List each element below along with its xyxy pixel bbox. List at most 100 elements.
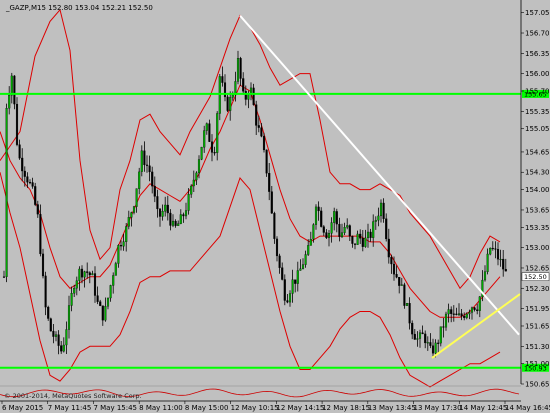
- candle-body: [502, 258, 505, 270]
- candle-body: [340, 232, 344, 238]
- time-tick-label: 12 May 14:15: [276, 404, 324, 412]
- candle-body: [335, 211, 338, 225]
- candle-body: [260, 127, 263, 137]
- price-tick-label: 156.70: [525, 30, 550, 38]
- candle-body: [205, 123, 208, 131]
- candle-body: [200, 146, 203, 160]
- candle-body: [452, 313, 455, 315]
- candle-body: [403, 284, 406, 306]
- candle-body: [153, 185, 156, 197]
- candle-body: [288, 293, 292, 303]
- candle-body: [86, 271, 89, 273]
- price-tick-label: 157.05: [525, 9, 550, 17]
- candle-body: [67, 305, 71, 330]
- candle-body: [455, 313, 458, 316]
- candle-body: [294, 279, 297, 284]
- candle-body: [343, 227, 346, 233]
- chart-canvas[interactable]: 155.65150.93 157.05156.70156.35156.00155…: [0, 0, 550, 413]
- candle-body: [101, 305, 104, 321]
- candle-body: [138, 171, 141, 189]
- candle-body: [312, 224, 315, 240]
- time-tick-label: 7 May 15:45: [93, 404, 137, 412]
- candle-body: [392, 263, 396, 275]
- candle-body: [408, 303, 411, 324]
- price-tick-label: 152.65: [525, 264, 550, 272]
- candle-body: [447, 309, 450, 315]
- candle-body: [372, 221, 375, 238]
- candle-body: [208, 123, 211, 142]
- candle-body: [221, 76, 224, 83]
- candle-body: [91, 273, 94, 276]
- candle-body: [317, 206, 320, 212]
- candle-body: [330, 222, 333, 234]
- candle-body: [195, 172, 198, 181]
- candle-body: [299, 268, 302, 271]
- candle-body: [10, 75, 13, 96]
- candle-body: [34, 186, 37, 205]
- candle-body: [143, 150, 146, 166]
- candle-body: [161, 211, 164, 217]
- price-tick-label: 151.65: [525, 322, 550, 330]
- time-tick-label: 8 May 15:00: [185, 404, 229, 412]
- candle-body: [400, 284, 403, 286]
- time-tick-label: 14 May 16:45: [505, 404, 550, 412]
- candle-body: [301, 264, 305, 269]
- candle-body: [80, 268, 84, 278]
- candle-body: [262, 136, 266, 151]
- candle-body: [265, 149, 268, 174]
- candle-body: [395, 274, 398, 278]
- candle-body: [291, 279, 294, 294]
- price-tick-label: 151.95: [525, 305, 550, 313]
- candle-body: [496, 249, 500, 260]
- candle-body: [112, 275, 115, 286]
- candle-body: [21, 157, 24, 172]
- candle-body: [361, 238, 364, 247]
- candle-body: [268, 173, 271, 192]
- candle-body: [93, 273, 97, 296]
- candle-body: [369, 231, 372, 238]
- candle-body: [179, 214, 182, 224]
- candle-body: [426, 342, 429, 344]
- candle-body: [333, 211, 336, 223]
- candle-body: [387, 238, 390, 258]
- candle-body: [338, 223, 341, 237]
- candle-body: [106, 297, 110, 307]
- candle-body: [229, 97, 232, 111]
- candle-body: [60, 345, 63, 352]
- candle-body: [218, 76, 221, 114]
- candle-body: [364, 237, 367, 247]
- candle-body: [242, 78, 245, 92]
- candle-body: [504, 269, 507, 272]
- candle-body: [132, 206, 136, 213]
- candle-body: [140, 150, 143, 172]
- candle-body: [351, 236, 354, 244]
- candle-body: [158, 208, 162, 217]
- candle-body: [177, 223, 180, 226]
- price-tick-label: 152.30: [525, 285, 550, 293]
- candle-body: [439, 326, 442, 344]
- candle-body: [273, 213, 276, 239]
- candle-body: [356, 233, 359, 245]
- candle-body: [75, 280, 78, 289]
- candle-body: [192, 179, 195, 187]
- candle-body: [174, 220, 177, 226]
- candle-body: [460, 313, 463, 317]
- candle-body: [52, 330, 55, 337]
- candle-body: [216, 113, 219, 153]
- candle-body: [156, 196, 159, 210]
- candle-body: [83, 271, 86, 278]
- candle-body: [442, 326, 445, 328]
- candle-body: [257, 125, 260, 128]
- candle-body: [127, 217, 130, 227]
- candle-body: [226, 96, 229, 111]
- candle-body: [114, 263, 117, 276]
- candle-body: [99, 301, 102, 306]
- copyright-text: © 2001-2014, MetaQuotes Software Corp.: [4, 392, 142, 400]
- candle-body: [385, 218, 388, 240]
- candle-body: [322, 226, 325, 233]
- candle-body: [281, 267, 284, 280]
- candle-body: [483, 271, 487, 281]
- price-tick-label: 153.00: [525, 244, 550, 252]
- candle-body: [359, 233, 362, 239]
- time-tick-label: 7 May 11:45: [48, 404, 92, 412]
